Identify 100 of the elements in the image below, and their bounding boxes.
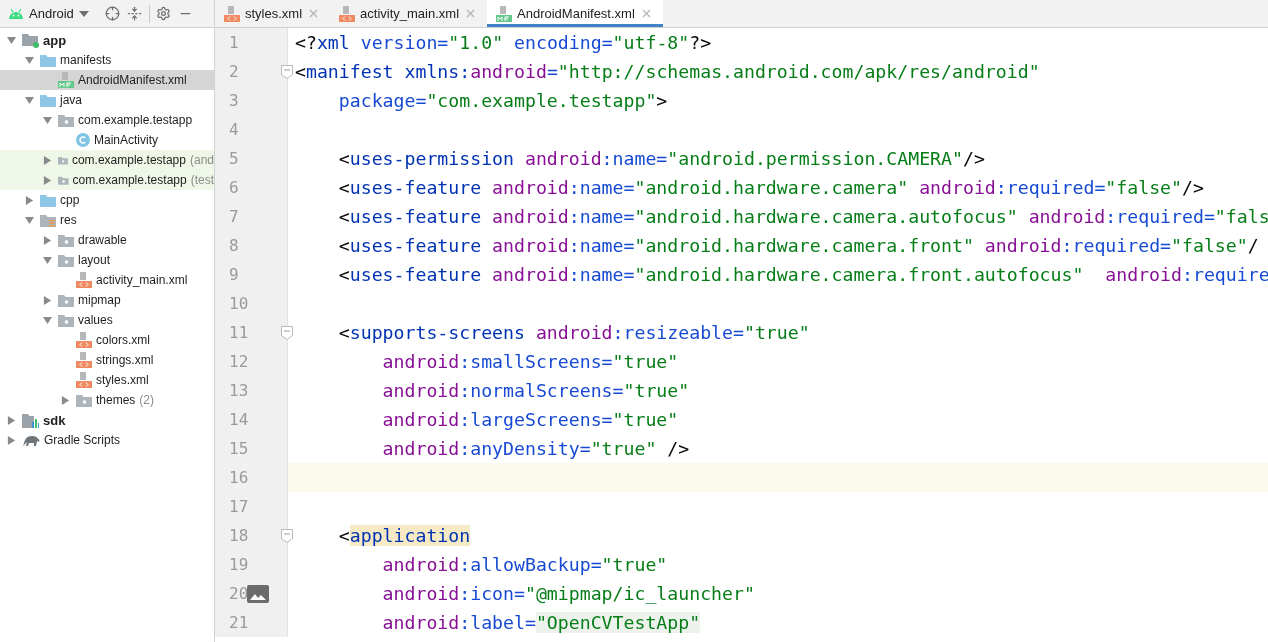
- image-icon[interactable]: [247, 584, 269, 603]
- xml-file-icon: [76, 272, 92, 288]
- tree-item-label: MainActivity: [94, 133, 158, 147]
- line-number: 12: [229, 352, 249, 371]
- class-icon: [76, 133, 90, 147]
- package-folder-icon: [58, 113, 74, 127]
- tree-item-label: manifests: [60, 53, 112, 67]
- tree-row[interactable]: cpp: [0, 190, 214, 210]
- code-line: <uses-feature android:name="android.hardware.camera.front.autofocus" android:require: [337, 262, 1268, 287]
- tree-item-label: Gradle Scripts: [44, 433, 121, 447]
- code-line: android:largeScreens="true": [381, 407, 679, 432]
- caret-right-icon[interactable]: [60, 395, 70, 405]
- tree-item-label: AndroidManifest.xml: [78, 73, 187, 87]
- code-line: <uses-permission android:name="android.permission.CAMERA"/>: [337, 146, 985, 171]
- line-number: 9: [229, 265, 239, 284]
- tree-item-label: activity_main.xml: [96, 273, 188, 287]
- code-line: <supports-screens android:resizeable="true": [337, 320, 810, 345]
- line-number: 19: [229, 555, 249, 574]
- code-line: android:normalScreens="true": [381, 378, 690, 403]
- package-folder-icon: [58, 293, 74, 307]
- line-number: 4: [229, 120, 239, 139]
- fold-marker-icon[interactable]: [281, 64, 293, 79]
- line-number: 16: [229, 468, 249, 487]
- tree-row[interactable]: themes (2): [0, 390, 214, 410]
- code-line: <manifest xmlns:android="http://schemas.android.com/apk/res/android": [295, 59, 1040, 84]
- tree-item-label: app: [43, 32, 67, 48]
- tree-row[interactable]: Gradle Scripts: [0, 430, 214, 450]
- tree-row[interactable]: com.example.testapp (and: [0, 150, 214, 170]
- tree-item-label: strings.xml: [96, 353, 154, 367]
- caret-right-icon[interactable]: [24, 195, 34, 205]
- code-line: package="com.example.testapp">: [337, 88, 668, 113]
- folder-icon: [40, 193, 56, 207]
- tree-row[interactable]: drawable: [0, 230, 214, 250]
- tree-row[interactable]: java: [0, 90, 214, 110]
- collapse-all-icon[interactable]: [126, 5, 143, 22]
- code-line: android:allowBackup="true": [381, 552, 668, 577]
- tree-row[interactable]: strings.xml: [0, 350, 214, 370]
- tree-item-label: com.example.testapp: [71, 153, 186, 167]
- caret-right-icon[interactable]: [42, 235, 52, 245]
- caret-down-icon[interactable]: [6, 35, 16, 45]
- elephant-icon: [22, 433, 40, 447]
- tree-item-label: cpp: [60, 193, 80, 207]
- caret-down-icon[interactable]: [42, 315, 52, 325]
- package-folder-icon: [58, 253, 74, 267]
- tree-row[interactable]: res: [0, 210, 214, 230]
- caret-right-icon[interactable]: [6, 435, 16, 445]
- tree-row[interactable]: AndroidManifest.xml: [0, 70, 214, 90]
- code-line: <?xml version="1.0" encoding="utf-8"?>: [295, 30, 712, 55]
- tree-item-label: colors.xml: [96, 333, 150, 347]
- caret-right-icon[interactable]: [42, 295, 52, 305]
- tree-row[interactable]: activity_main.xml: [0, 270, 214, 290]
- caret-right-icon[interactable]: [6, 415, 16, 425]
- tree-row[interactable]: mipmap: [0, 290, 214, 310]
- editor-tab[interactable]: AndroidManifest.xml: [487, 0, 663, 27]
- tree-item-label: drawable: [78, 233, 127, 247]
- tree-row[interactable]: MainActivity: [0, 130, 214, 150]
- editor-tab[interactable]: activity_main.xml: [330, 0, 488, 27]
- tree-item-note: (and: [189, 153, 214, 167]
- fold-marker-icon[interactable]: [281, 528, 293, 543]
- tree-row[interactable]: colors.xml: [0, 330, 214, 350]
- line-number: 5: [229, 149, 239, 168]
- line-number: 7: [229, 207, 239, 226]
- caret-down-icon[interactable]: [42, 115, 52, 125]
- tree-item-label: values: [78, 313, 113, 327]
- tree-row[interactable]: styles.xml: [0, 370, 214, 390]
- caret-right-icon[interactable]: [42, 155, 52, 165]
- xml-file-icon: [76, 332, 92, 348]
- settings-icon[interactable]: [155, 5, 172, 22]
- tree-row[interactable]: sdk: [0, 410, 214, 430]
- tree-row[interactable]: layout: [0, 250, 214, 270]
- xml-file-icon: [339, 5, 356, 22]
- locate-icon[interactable]: [104, 5, 121, 22]
- line-number: 18: [229, 526, 249, 545]
- caret-down-icon[interactable]: [24, 215, 34, 225]
- tree-row[interactable]: com.example.testapp: [0, 110, 214, 130]
- line-number: 14: [229, 410, 249, 429]
- code-line: android:icon="@mipmap/ic_launcher": [381, 581, 755, 606]
- caret-down-icon[interactable]: [42, 255, 52, 265]
- tree-item-label: styles.xml: [96, 373, 149, 387]
- line-number: 2: [229, 62, 239, 81]
- line-number: 8: [229, 236, 239, 255]
- line-number: 21: [229, 613, 249, 632]
- caret-down-icon[interactable]: [24, 55, 34, 65]
- resource-folder-icon: [40, 213, 56, 227]
- caret-down-icon[interactable]: [24, 95, 34, 105]
- package-folder-icon: [58, 313, 74, 327]
- tree-row[interactable]: values: [0, 310, 214, 330]
- xml-file-icon: [76, 352, 92, 368]
- fold-marker-icon[interactable]: [281, 325, 293, 340]
- line-number: 3: [229, 91, 239, 110]
- tree-row[interactable]: app: [0, 30, 214, 50]
- line-number: 13: [229, 381, 249, 400]
- tree-row[interactable]: manifests: [0, 50, 214, 70]
- manifest-file-icon: [496, 5, 513, 22]
- module-folder-icon: [22, 32, 39, 48]
- tree-row[interactable]: com.example.testapp (test: [0, 170, 214, 190]
- caret-right-icon[interactable]: [42, 175, 52, 185]
- code-line: android:anyDensity="true" />: [381, 436, 690, 461]
- editor-tab[interactable]: styles.xml: [215, 0, 331, 27]
- tree-item-label: layout: [78, 253, 111, 267]
